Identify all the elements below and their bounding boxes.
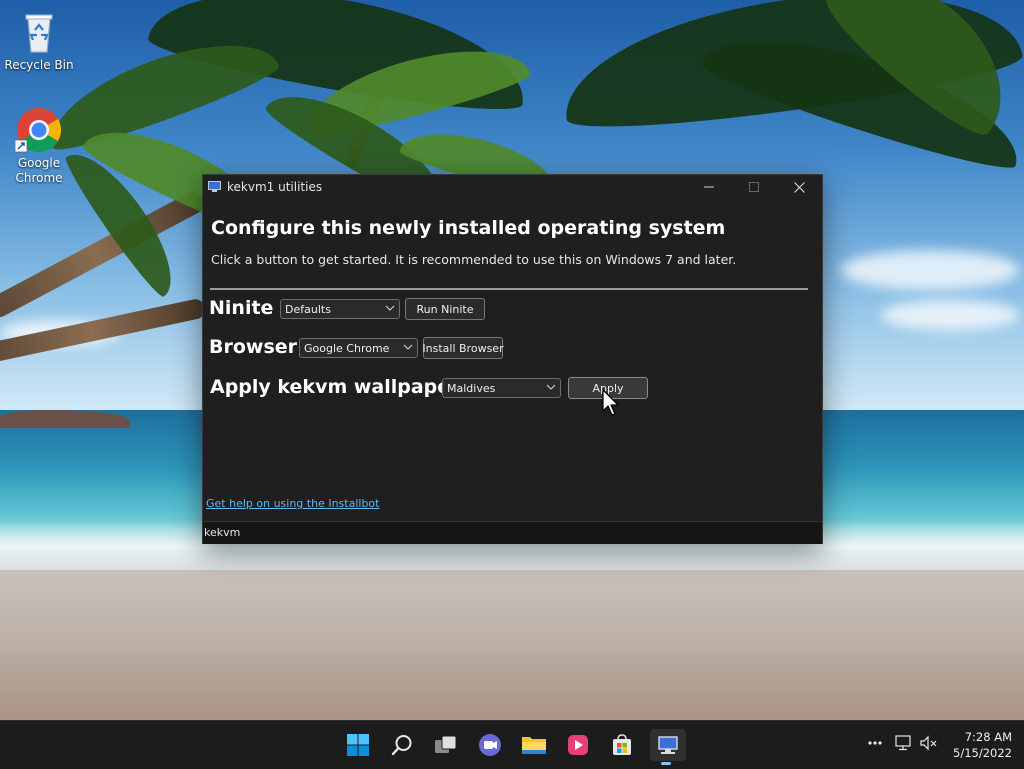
- network-icon: [895, 735, 911, 751]
- clock[interactable]: 7:28 AM 5/15/2022: [944, 729, 1012, 761]
- wallpaper-sand: [0, 570, 1024, 720]
- tray-network-button[interactable]: [894, 735, 912, 755]
- start-icon: [347, 734, 369, 756]
- status-bar: kekvm: [203, 521, 822, 544]
- browser-select-value: Google Chrome: [304, 342, 390, 355]
- mouse-cursor-icon: [602, 389, 619, 416]
- install-browser-button[interactable]: Install Browser: [422, 337, 504, 359]
- help-link[interactable]: Get help on using the Installbot: [206, 497, 379, 510]
- task-view-button[interactable]: [430, 729, 462, 761]
- page-heading: Configure this newly installed operating…: [211, 217, 726, 239]
- title-bar[interactable]: kekvm1 utilities: [203, 175, 822, 199]
- taskbar: 7:28 AM 5/15/2022: [0, 720, 1024, 769]
- close-button[interactable]: [776, 175, 822, 199]
- tray-overflow-button[interactable]: [867, 735, 883, 755]
- page-subheading: Click a button to get started. It is rec…: [211, 252, 737, 267]
- overflow-icon: [868, 741, 882, 745]
- browser-select[interactable]: Google Chrome: [299, 338, 418, 358]
- chevron-down-icon: [385, 305, 395, 311]
- wallpaper-select[interactable]: Maldives: [442, 378, 561, 398]
- chevron-down-icon: [546, 384, 556, 390]
- media-player-button[interactable]: [562, 729, 594, 761]
- minimize-button[interactable]: [686, 175, 732, 199]
- ninite-select-value: Defaults: [285, 303, 331, 316]
- ninite-label: Ninite: [209, 297, 274, 319]
- divider: [210, 288, 808, 290]
- teams-chat-icon: [479, 734, 501, 756]
- search-icon: [391, 735, 412, 756]
- recycle-bin-icon: [15, 8, 63, 56]
- search-button[interactable]: [386, 729, 418, 761]
- start-button[interactable]: [342, 729, 374, 761]
- volume-muted-icon: [920, 735, 937, 751]
- ninite-select[interactable]: Defaults: [280, 299, 400, 319]
- active-indicator: [661, 762, 671, 765]
- kekvm-utilities-icon: [658, 736, 678, 754]
- wallpaper-cloud: [840, 250, 1020, 290]
- clock-date: 5/15/2022: [953, 746, 1012, 760]
- desktop-icon-label: Google Chrome: [15, 156, 63, 185]
- task-view-icon: [435, 735, 457, 753]
- media-player-icon: [568, 735, 588, 755]
- microsoft-store-button[interactable]: [606, 729, 638, 761]
- status-text: kekvm: [204, 526, 241, 539]
- wallpaper-label: Apply kekvm wallpaper: [210, 376, 460, 398]
- run-ninite-button[interactable]: Run Ninite: [405, 298, 485, 320]
- maximize-button[interactable]: [731, 175, 777, 199]
- window-title: kekvm1 utilities: [227, 180, 323, 194]
- file-explorer-icon: [522, 737, 546, 754]
- clock-time: 7:28 AM: [964, 730, 1012, 744]
- close-icon: [793, 181, 805, 193]
- file-explorer-button[interactable]: [518, 729, 550, 761]
- kekvm-utilities-taskbar-button[interactable]: [650, 729, 686, 765]
- app-monitor-icon: [208, 181, 221, 192]
- desktop-icon-recycle-bin[interactable]: Recycle Bin: [1, 8, 77, 73]
- wallpaper-cloud: [880, 300, 1020, 330]
- chevron-down-icon: [403, 344, 413, 350]
- maximize-icon: [749, 182, 759, 192]
- wallpaper-select-value: Maldives: [447, 382, 496, 395]
- minimize-icon: [704, 186, 714, 188]
- kekvm-utilities-window: kekvm1 utilities Configure this newly in…: [202, 174, 823, 544]
- microsoft-store-icon: [613, 734, 631, 755]
- desktop-icon-google-chrome[interactable]: Google Chrome: [1, 106, 77, 186]
- browser-label: Browser: [209, 336, 298, 358]
- desktop-icon-label: Recycle Bin: [4, 58, 74, 72]
- tray-volume-button[interactable]: [920, 735, 938, 755]
- chat-button[interactable]: [474, 729, 506, 761]
- wallpaper-rocks: [0, 410, 130, 428]
- chrome-icon: [14, 106, 63, 154]
